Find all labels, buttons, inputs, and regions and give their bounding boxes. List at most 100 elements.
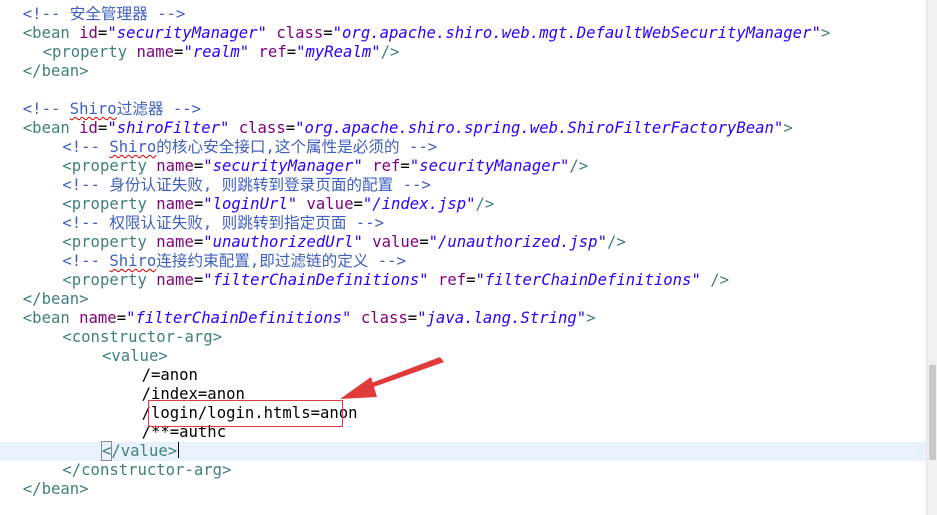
code-line-content: <property name="unauthorizedUrl" value="…: [62, 233, 625, 252]
code-token: =: [466, 271, 476, 289]
code-token: =: [193, 195, 204, 213]
code-token: name: [156, 233, 194, 251]
code-line-content: <!-- Shiro过滤器 -->: [23, 100, 201, 119]
code-line-content: <!-- Shiro的核心安全接口,这个属性是必须的 -->: [62, 138, 437, 157]
code-token: 的核心安全接口,这个属性是必须的 -->: [156, 138, 438, 156]
code-token: <property: [62, 233, 157, 251]
code-token: Shiro: [109, 252, 157, 270]
code-line-content: <bean id="securityManager" class="org.ap…: [23, 24, 830, 43]
code-token: <!--: [62, 252, 110, 270]
code-token: <bean: [22, 119, 80, 137]
code-token: <!-- 安全管理器 -->: [22, 5, 186, 23]
code-token: </bean>: [22, 62, 89, 80]
code-token: "org.apache.shiro.web.mgt.DefaultWebSecu…: [332, 24, 821, 42]
code-token: 连接约束配置,即过滤链的定义 -->: [156, 252, 406, 270]
code-line-content: </bean>: [23, 62, 89, 81]
code-token: =: [400, 157, 410, 175]
code-token: >: [783, 119, 793, 137]
code-line-content: <!-- 身份认证失败, 则跳转到登录页面的配置 -->: [62, 176, 430, 195]
code-token: "java.lang.String": [417, 309, 587, 327]
code-token: 过滤器 -->: [116, 100, 202, 118]
code-token: =: [407, 309, 418, 327]
code-token: >: [820, 24, 831, 42]
scrollbar-thumb[interactable]: [929, 365, 936, 460]
code-token: "unauthorizedUrl": [203, 233, 363, 251]
code-token: /value>: [111, 442, 178, 460]
code-token: <bean: [22, 309, 80, 327]
code-token: id: [79, 119, 98, 137]
code-token: id: [79, 24, 98, 42]
code-line-content: <property name="filterChainDefinitions" …: [62, 271, 729, 290]
code-line-content: <constructor-arg>: [62, 328, 222, 347]
code-token: >: [586, 309, 596, 327]
code-line-content: <property name="realm" ref="myRealm"/>: [43, 43, 400, 62]
code-token: "securityManager": [107, 24, 267, 42]
code-token: "filterChainDefinitions": [126, 309, 352, 327]
code-token: <!-- 身份认证失败, 则跳转到登录页面的配置 -->: [62, 176, 431, 194]
code-line-content: </constructor-arg>: [62, 461, 231, 480]
code-token: <!-- 权限认证失败, 则跳转到指定页面 -->: [62, 214, 384, 232]
code-token: <value>: [102, 347, 168, 365]
code-token: <property: [62, 271, 157, 289]
code-token: "shiroFilter": [107, 119, 230, 137]
code-line-content: <!-- 权限认证失败, 则跳转到指定页面 -->: [62, 214, 384, 233]
code-line[interactable]: </value>: [0, 441, 927, 461]
code-token: =: [193, 271, 204, 289]
code-token: =: [193, 233, 204, 251]
code-token: "securityManager": [203, 157, 363, 175]
code-token: <property: [62, 157, 157, 175]
code-token: "/unauthorized.jsp": [428, 233, 607, 251]
code-token: =: [97, 24, 108, 42]
code-token: "realm": [183, 43, 250, 61]
code-line-content: <!-- Shiro连接约束配置,即过滤链的定义 -->: [62, 252, 406, 271]
code-token: =: [353, 195, 363, 213]
annotation-highlight-box: [148, 400, 343, 427]
code-token: =: [97, 119, 108, 137]
code-token: ref: [437, 271, 467, 289]
code-token: class: [238, 119, 286, 137]
code-token: =: [419, 233, 429, 251]
code-line-content: /=anon: [142, 366, 198, 385]
code-token: />: [380, 43, 400, 61]
code-token: "filterChainDefinitions": [475, 271, 701, 289]
code-token: </bean>: [22, 290, 89, 308]
code-token: Shiro: [109, 138, 157, 156]
code-line-content: </bean>: [23, 480, 89, 499]
code-token: <: [100, 441, 113, 461]
code-line-content: </value>: [100, 441, 180, 461]
code-line-content: <bean id="shiroFilter" class="org.apache…: [23, 119, 793, 138]
code-token: </bean>: [22, 480, 89, 498]
code-token: <bean: [22, 24, 80, 42]
code-token: <constructor-arg>: [62, 328, 222, 346]
code-token: />: [700, 271, 730, 289]
code-token: ref: [372, 157, 401, 175]
code-token: name: [136, 43, 175, 61]
code-line-content: <bean name="filterChainDefinitions" clas…: [23, 309, 596, 328]
code-token: <property: [62, 195, 157, 213]
code-token: "securityManager": [409, 157, 570, 175]
code-token: =: [193, 157, 204, 175]
code-token: =: [285, 119, 296, 137]
code-token: value: [372, 233, 420, 251]
code-token: class: [276, 24, 324, 42]
code-editor[interactable]: <!-- 安全管理器 --> <bean id="securityManager"…: [0, 0, 927, 515]
code-line-content: </bean>: [23, 290, 89, 309]
vertical-scrollbar[interactable]: [926, 0, 937, 515]
code-token: />: [606, 233, 626, 251]
code-token: =: [116, 309, 127, 327]
code-token: =: [286, 43, 297, 61]
code-token: <!--: [62, 138, 110, 156]
code-token: "filterChainDefinitions": [203, 271, 429, 289]
code-token: "org.apache.shiro.spring.web.ShiroFilter…: [295, 119, 784, 137]
code-token: <!--: [22, 100, 70, 118]
code-token: name: [156, 271, 194, 289]
code-token: =: [323, 24, 333, 42]
code-token: ref: [258, 43, 287, 61]
